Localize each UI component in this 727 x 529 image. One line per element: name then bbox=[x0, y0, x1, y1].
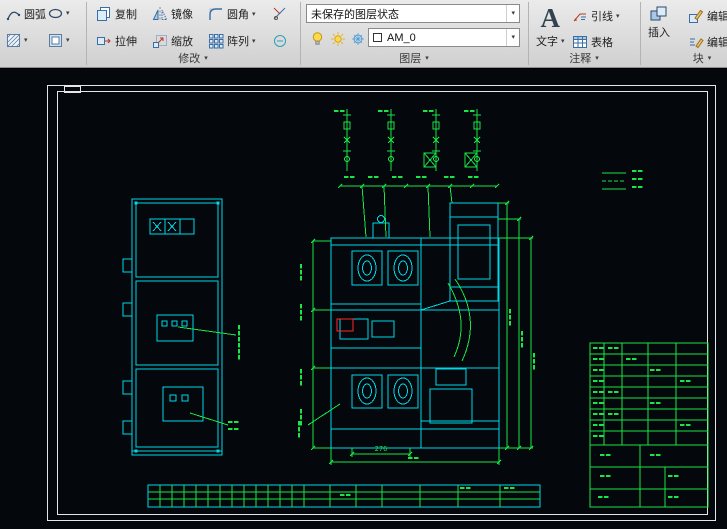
fillet-label: 圆角 bbox=[227, 9, 249, 21]
offset-icon bbox=[274, 35, 286, 47]
parts-table[interactable] bbox=[147, 484, 541, 508]
pattern-button[interactable]: ▾ bbox=[44, 30, 74, 51]
panel-separator bbox=[300, 2, 301, 65]
trim-button[interactable] bbox=[268, 3, 292, 25]
schematic-diagrams[interactable] bbox=[334, 108, 482, 172]
dimension-value: 276 bbox=[375, 445, 388, 453]
panel-separator bbox=[640, 2, 641, 65]
panel-label-annotate[interactable]: 注释 ▾ bbox=[569, 50, 599, 66]
block-edit-label: 编辑 bbox=[707, 11, 727, 23]
fillet-icon bbox=[209, 8, 222, 20]
chevron-down-icon: ▾ bbox=[595, 54, 599, 62]
array-label: 阵列 bbox=[227, 36, 249, 48]
chevron-down-icon: ▾ bbox=[66, 37, 70, 44]
attribute-edit-icon bbox=[690, 38, 704, 49]
sun-icon bbox=[331, 32, 345, 46]
mirror-label: 镜像 bbox=[171, 9, 193, 21]
drawing-area[interactable]: 276 bbox=[0, 69, 727, 529]
stretch-button[interactable]: 拉伸 bbox=[92, 30, 141, 52]
mirror-button[interactable]: 镜像 bbox=[148, 3, 197, 25]
panel-label-layers[interactable]: 图层 ▾ bbox=[399, 50, 429, 66]
chevron-down-icon: ▾ bbox=[24, 37, 28, 44]
scale-label: 缩放 bbox=[171, 36, 193, 48]
dimension-annotations[interactable]: 276 bbox=[297, 175, 536, 465]
block-edit-icon bbox=[689, 9, 704, 23]
leader-button[interactable]: 引线 ▾ bbox=[568, 5, 624, 27]
text-button[interactable]: A 文字 ▾ bbox=[532, 2, 569, 52]
snowflake-icon bbox=[352, 33, 364, 45]
title-block[interactable] bbox=[589, 342, 709, 508]
insert-block-button[interactable]: 插入 bbox=[644, 2, 674, 43]
chevron-down-icon: ▾ bbox=[252, 10, 256, 18]
cabinet-front-view[interactable] bbox=[122, 198, 241, 456]
stretch-icon bbox=[97, 37, 111, 45]
drawing-viewport[interactable]: 276 bbox=[0, 69, 727, 529]
scale-button[interactable]: 缩放 bbox=[148, 30, 197, 52]
current-layer-dropdown[interactable]: AM_0 ▾ bbox=[368, 28, 520, 47]
insert-label: 插入 bbox=[648, 27, 670, 39]
text-tool-icon: A bbox=[540, 3, 561, 33]
hatch-button[interactable]: ▾ bbox=[2, 30, 32, 51]
panel-separator bbox=[86, 2, 87, 65]
chevron-down-icon: ▾ bbox=[425, 54, 429, 62]
panel-label-modify[interactable]: 修改 ▾ bbox=[178, 50, 208, 66]
table-icon bbox=[573, 36, 587, 48]
chevron-down-icon: ▾ bbox=[561, 37, 565, 45]
stretch-label: 拉伸 bbox=[115, 36, 137, 48]
chevron-down-icon: ▾ bbox=[252, 37, 256, 45]
current-layer-value: AM_0 bbox=[387, 31, 416, 44]
array-icon bbox=[209, 34, 224, 49]
copy-label: 复制 bbox=[115, 9, 137, 21]
legend-notes[interactable] bbox=[602, 169, 643, 190]
gradient-fill-icon bbox=[49, 34, 62, 47]
layer-state-value: 未保存的图层状态 bbox=[311, 8, 399, 21]
lightbulb-icon bbox=[312, 32, 323, 45]
arc-icon bbox=[6, 11, 21, 20]
layer-color-swatch bbox=[373, 33, 382, 42]
panel-separator bbox=[528, 2, 529, 65]
array-button[interactable]: 阵列 ▾ bbox=[204, 30, 260, 52]
fillet-button[interactable]: 圆角 ▾ bbox=[204, 3, 260, 25]
selected-entity-highlight[interactable] bbox=[336, 318, 354, 332]
chevron-down-icon: ▾ bbox=[66, 10, 70, 17]
panel-label-block[interactable]: 块 ▾ bbox=[693, 50, 712, 66]
block-edit-button[interactable]: 编辑 bbox=[684, 5, 727, 27]
arc-label: 圆弧 bbox=[24, 9, 46, 21]
cabinet-section-view[interactable] bbox=[330, 202, 500, 449]
chevron-down-icon: ▾ bbox=[616, 12, 620, 20]
copy-icon bbox=[97, 7, 110, 21]
chevron-down-icon: ▾ bbox=[204, 54, 208, 62]
table-label: 表格 bbox=[591, 37, 613, 49]
text-label: 文字 bbox=[536, 36, 558, 48]
attribute-edit-label: 编辑 bbox=[707, 37, 727, 49]
leader-label: 引线 bbox=[591, 11, 613, 23]
copy-button[interactable]: 复制 bbox=[92, 3, 141, 25]
arc-button[interactable]: 圆弧 bbox=[2, 3, 50, 25]
ellipse-button[interactable]: ▾ bbox=[44, 3, 74, 24]
layer-state-dropdown[interactable]: 未保存的图层状态 ▾ bbox=[306, 4, 520, 23]
chevron-down-icon: ▾ bbox=[707, 54, 712, 62]
hatch-icon bbox=[6, 33, 21, 48]
insert-block-icon bbox=[650, 6, 667, 21]
trim-icon bbox=[273, 7, 286, 20]
scale-icon bbox=[153, 35, 167, 48]
leader-icon bbox=[573, 13, 586, 22]
mirror-icon bbox=[152, 7, 168, 21]
chevron-down-icon: ▾ bbox=[506, 5, 515, 22]
layer-freeze-button[interactable] bbox=[346, 28, 370, 50]
offset-button[interactable] bbox=[268, 30, 292, 52]
ellipse-icon bbox=[48, 8, 63, 19]
ribbon-bar: 圆弧 ▾ ▾ ▾ 复制 镜像 圆角 ▾ 拉伸 缩放 阵列 ▾ 修改 ▾ 未保存的… bbox=[0, 0, 727, 68]
chevron-down-icon: ▾ bbox=[506, 29, 515, 46]
